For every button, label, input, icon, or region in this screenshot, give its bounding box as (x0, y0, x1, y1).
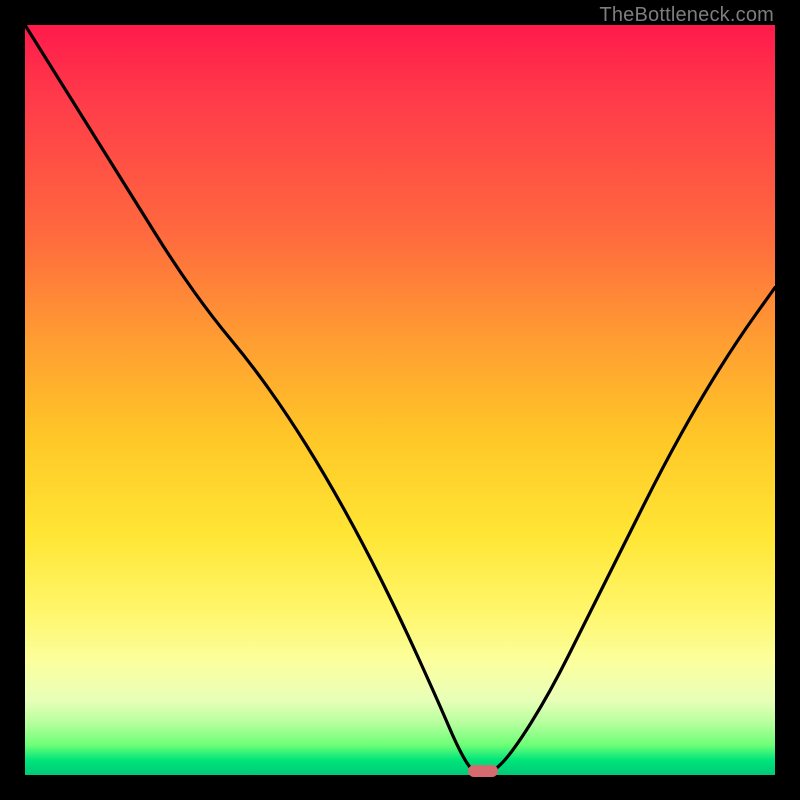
outer-frame: TheBottleneck.com (0, 0, 800, 800)
bottleneck-curve (25, 25, 775, 775)
watermark-text: TheBottleneck.com (599, 4, 774, 27)
optimal-marker (468, 765, 498, 777)
